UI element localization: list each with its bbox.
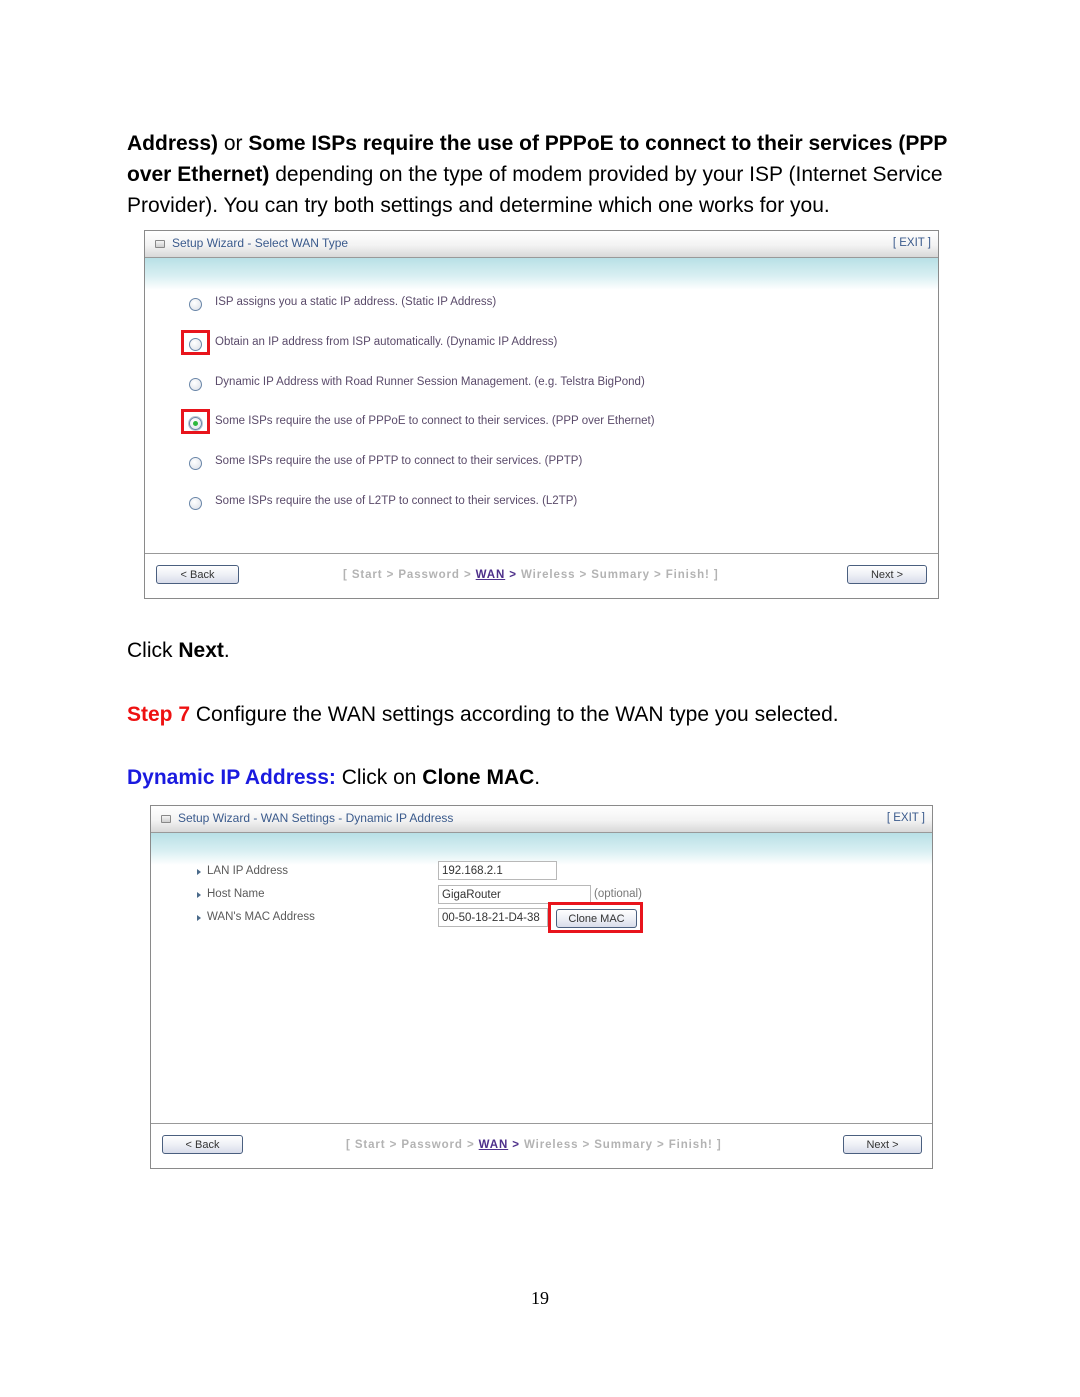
intro-line-2: over Ethernet) depending on the type of … [127, 159, 943, 191]
next-button[interactable]: Next > [847, 565, 927, 584]
option-label: Some ISPs require the use of PPPoE to co… [215, 415, 655, 427]
next-button[interactable]: Next > [843, 1135, 922, 1154]
field-label: WAN's MAC Address [207, 911, 315, 923]
header-band [145, 258, 938, 290]
dynamic-ip-instruction: Dynamic IP Address: Click on Clone MAC. [127, 762, 540, 794]
option-label: Some ISPs require the use of L2TP to con… [215, 495, 578, 507]
bullet-arrow-icon [197, 892, 201, 898]
wizard-title: Setup Wizard - WAN Settings - Dynamic IP… [178, 811, 454, 825]
optional-note: (optional) [594, 888, 642, 900]
breadcrumb-start: [ Start > Password > [343, 569, 476, 581]
breadcrumb-current-wan[interactable]: WAN [476, 569, 506, 581]
wizard-footer: < Back [ Start > Password > WAN > Wirele… [145, 553, 938, 598]
bullet-arrow-icon [197, 869, 201, 875]
text: . [534, 766, 541, 789]
option-label: ISP assigns you a static IP address. (St… [215, 296, 497, 308]
breadcrumb-sep: > [508, 1139, 525, 1151]
field-label: Host Name [207, 888, 265, 900]
breadcrumb-start: [ Start > Password > [346, 1139, 479, 1151]
bullet-arrow-icon [197, 915, 201, 921]
wizard-wan-settings: Setup Wizard - WAN Settings - Dynamic IP… [150, 805, 933, 1169]
lan-ip-input[interactable]: 192.168.2.1 [438, 861, 557, 880]
radio-button[interactable] [189, 497, 202, 510]
bold-clone-mac: Clone MAC [422, 766, 535, 789]
step-7-instruction: Step 7 Configure the WAN settings accord… [127, 699, 839, 731]
text: . [223, 639, 230, 662]
window-icon [155, 240, 165, 248]
wizard-footer: < Back [ Start > Password > WAN > Wirele… [151, 1123, 932, 1168]
breadcrumb-rest: Wireless > Summary > Finish! ] [521, 569, 719, 581]
option-label: Obtain an IP address from ISP automatica… [215, 336, 558, 348]
intro-bold-address: Address) [127, 132, 219, 155]
radio-button[interactable] [189, 378, 202, 391]
breadcrumb-rest: Wireless > Summary > Finish! ] [524, 1139, 722, 1151]
breadcrumb-sep: > [505, 569, 522, 581]
text: Click on [335, 766, 423, 789]
intro-bold-ethernet: over Ethernet) [127, 163, 270, 186]
intro-text: depending on the type of modem provided … [269, 163, 943, 186]
step-text: Configure the WAN settings according to … [190, 703, 839, 726]
page-number: 19 [531, 1288, 549, 1308]
intro-bold-pppoe: Some ISPs require the use of PPPoE to co… [248, 132, 948, 155]
wizard-breadcrumb: [ Start > Password > WAN > Wireless > Su… [343, 569, 719, 581]
exit-link[interactable]: [ EXIT ] [887, 812, 925, 824]
highlight-box [548, 902, 643, 933]
wizard-header: Setup Wizard - WAN Settings - Dynamic IP… [151, 806, 932, 833]
wan-mac-input[interactable]: 00-50-18-21-D4-38 [438, 908, 548, 927]
window-icon [161, 815, 171, 823]
wizard-breadcrumb: [ Start > Password > WAN > Wireless > Su… [346, 1139, 722, 1151]
wizard-header: Setup Wizard - Select WAN Type [ EXIT ] [145, 231, 938, 258]
back-button[interactable]: < Back [156, 565, 239, 584]
intro-or: or [218, 132, 249, 155]
intro-line-3: Provider). You can try both settings and… [127, 194, 830, 217]
radio-button[interactable] [189, 298, 202, 311]
wizard-title: Setup Wizard - Select WAN Type [172, 236, 349, 250]
radio-button[interactable] [189, 457, 202, 470]
text: Click [127, 639, 179, 662]
breadcrumb-current-wan[interactable]: WAN [479, 1139, 509, 1151]
option-label: Some ISPs require the use of PPTP to con… [215, 455, 583, 467]
option-label: Dynamic IP Address with Road Runner Sess… [215, 376, 645, 388]
highlight-box [181, 409, 210, 434]
wizard-select-wan-type: Setup Wizard - Select WAN Type [ EXIT ] … [144, 230, 939, 599]
exit-link[interactable]: [ EXIT ] [893, 237, 931, 249]
step-label: Step 7 [127, 703, 191, 726]
highlight-box [181, 330, 210, 355]
intro-line-1: Address) or Some ISPs require the use of… [127, 128, 947, 160]
back-button[interactable]: < Back [162, 1135, 243, 1154]
dynamic-ip-label: Dynamic IP Address: [127, 766, 336, 789]
field-label: LAN IP Address [207, 865, 288, 877]
click-next-instruction: Click Next. [127, 635, 230, 667]
bold-next: Next [178, 639, 224, 662]
